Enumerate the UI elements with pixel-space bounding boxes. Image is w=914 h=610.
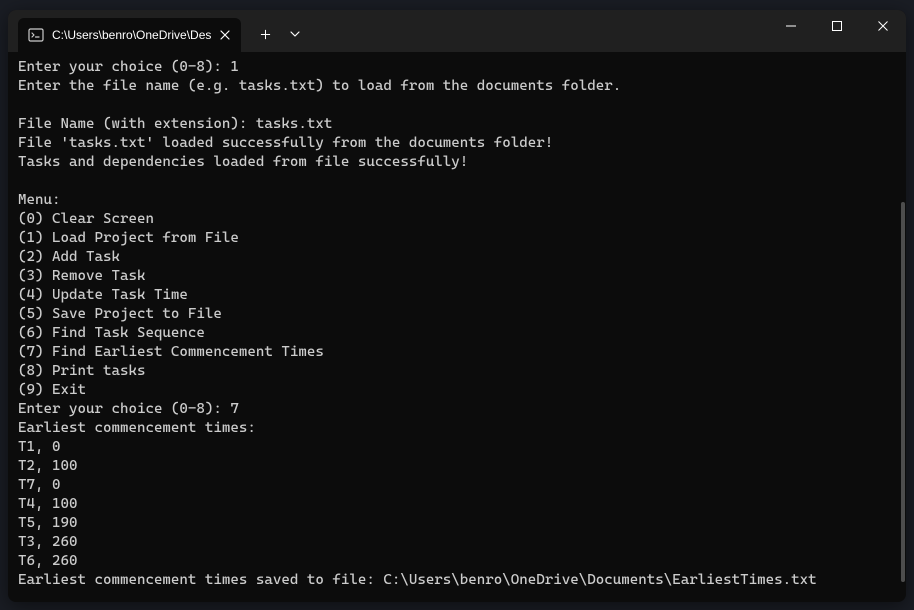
maximize-button[interactable] — [814, 10, 860, 42]
terminal-icon — [28, 27, 44, 43]
terminal-window: C:\Users\benro\OneDrive\Des — [8, 10, 906, 602]
new-tab-button[interactable] — [249, 18, 281, 50]
tab-dropdown-button[interactable] — [281, 18, 309, 50]
tab-close-button[interactable] — [217, 27, 233, 43]
active-tab[interactable]: C:\Users\benro\OneDrive\Des — [18, 18, 241, 52]
window-controls — [768, 10, 906, 42]
scrollbar-thumb[interactable] — [901, 202, 905, 582]
tab-title: C:\Users\benro\OneDrive\Des — [52, 28, 211, 42]
close-window-button[interactable] — [860, 10, 906, 42]
titlebar: C:\Users\benro\OneDrive\Des — [8, 10, 906, 52]
minimize-button[interactable] — [768, 10, 814, 42]
terminal-output: Enter your choice (0-8): 1 Enter the fil… — [18, 58, 896, 590]
terminal-body[interactable]: Enter your choice (0-8): 1 Enter the fil… — [8, 52, 906, 602]
